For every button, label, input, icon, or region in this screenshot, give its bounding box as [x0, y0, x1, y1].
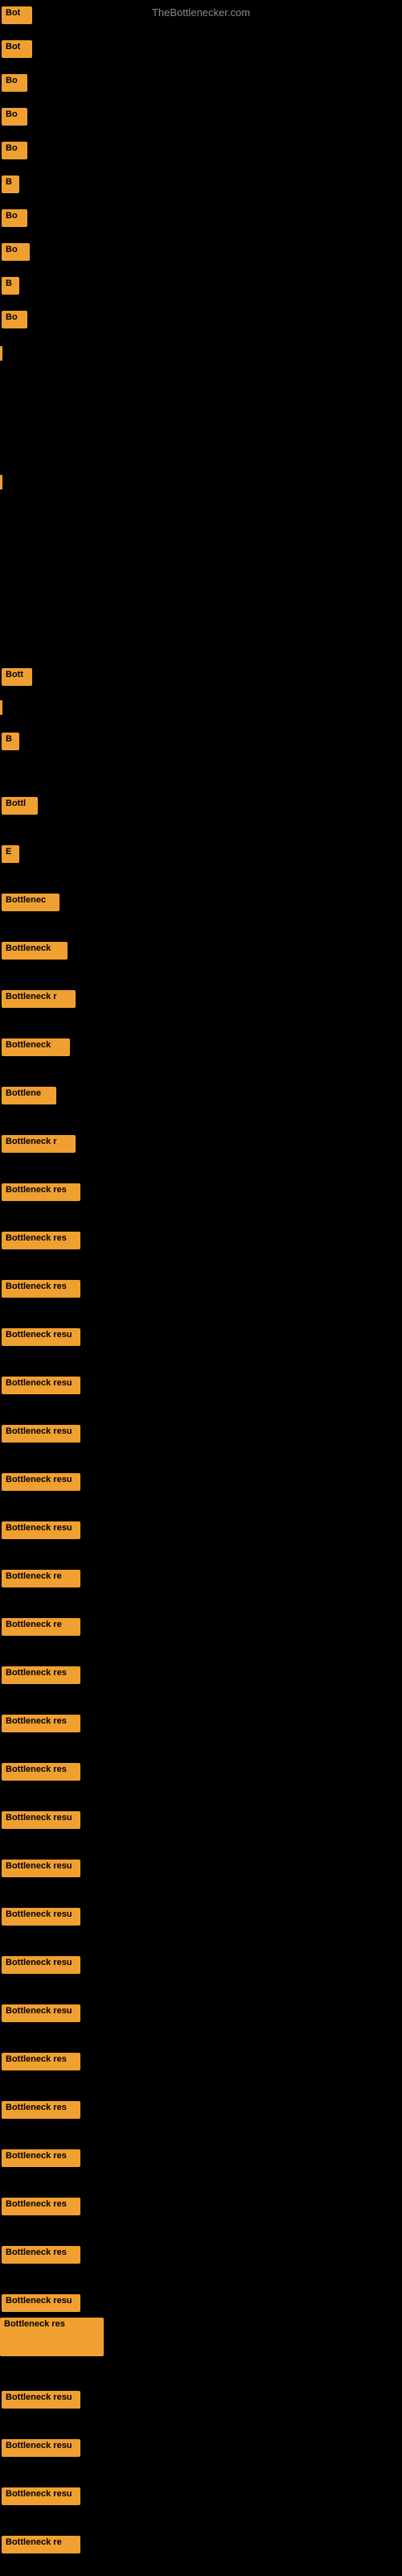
marker-1 — [0, 346, 2, 361]
badge-39: Bottleneck res — [2, 2053, 80, 2070]
badge-5: Bo — [2, 142, 27, 159]
marker-3 — [0, 700, 2, 715]
badge-49: Bottleneck re — [2, 2536, 80, 2553]
badge-32: Bottleneck res — [2, 1715, 80, 1732]
badge-1: Bot — [2, 6, 32, 24]
badge-27: Bottleneck resu — [2, 1473, 80, 1491]
site-title: TheBottlenecker.com — [152, 6, 250, 19]
badge-47: Bottleneck resu — [2, 2439, 80, 2457]
badge-34: Bottleneck resu — [2, 1811, 80, 1829]
badge-37: Bottleneck resu — [2, 1956, 80, 1974]
badge-9: B — [2, 277, 19, 295]
badge-48: Bottleneck resu — [2, 2487, 80, 2505]
badge-38: Bottleneck resu — [2, 2004, 80, 2022]
marker-2 — [0, 475, 2, 489]
badge-19: Bottlene — [2, 1087, 56, 1104]
badge-6: B — [2, 175, 19, 193]
badge-44: Bottleneck resu — [2, 2294, 80, 2312]
badge-36: Bottleneck resu — [2, 1908, 80, 1926]
badge-11: Bott — [2, 668, 32, 686]
badge-43: Bottleneck res — [2, 2246, 80, 2264]
badge-2: Bot — [2, 40, 32, 58]
badge-30: Bottleneck re — [2, 1618, 80, 1636]
badge-24: Bottleneck resu — [2, 1328, 80, 1346]
badge-14: E — [2, 845, 19, 863]
badge-41: Bottleneck res — [2, 2149, 80, 2167]
badge-10: Bo — [2, 311, 27, 328]
badge-26: Bottleneck resu — [2, 1425, 80, 1443]
badge-29: Bottleneck re — [2, 1570, 80, 1587]
badge-35: Bottleneck resu — [2, 1860, 80, 1877]
badge-15: Bottlenec — [2, 894, 59, 911]
badge-4: Bo — [2, 108, 27, 126]
badge-3: Bo — [2, 74, 27, 92]
badge-17: Bottleneck r — [2, 990, 76, 1008]
badge-16: Bottleneck — [2, 942, 68, 960]
badge-22: Bottleneck res — [2, 1232, 80, 1249]
badge-45: Bottleneck res — [0, 2318, 104, 2356]
badge-20: Bottleneck r — [2, 1135, 76, 1153]
badge-12: B — [2, 733, 19, 750]
badge-28: Bottleneck resu — [2, 1521, 80, 1539]
badge-42: Bottleneck res — [2, 2198, 80, 2215]
badge-13: Bottl — [2, 797, 38, 815]
badge-21: Bottleneck res — [2, 1183, 80, 1201]
badge-46: Bottleneck resu — [2, 2391, 80, 2409]
badge-33: Bottleneck res — [2, 1763, 80, 1781]
badge-40: Bottleneck res — [2, 2101, 80, 2119]
badge-31: Bottleneck res — [2, 1666, 80, 1684]
badge-7: Bo — [2, 209, 27, 227]
badge-18: Bottleneck — [2, 1038, 70, 1056]
badge-23: Bottleneck res — [2, 1280, 80, 1298]
badge-8: Bo — [2, 243, 30, 261]
badge-25: Bottleneck resu — [2, 1377, 80, 1394]
